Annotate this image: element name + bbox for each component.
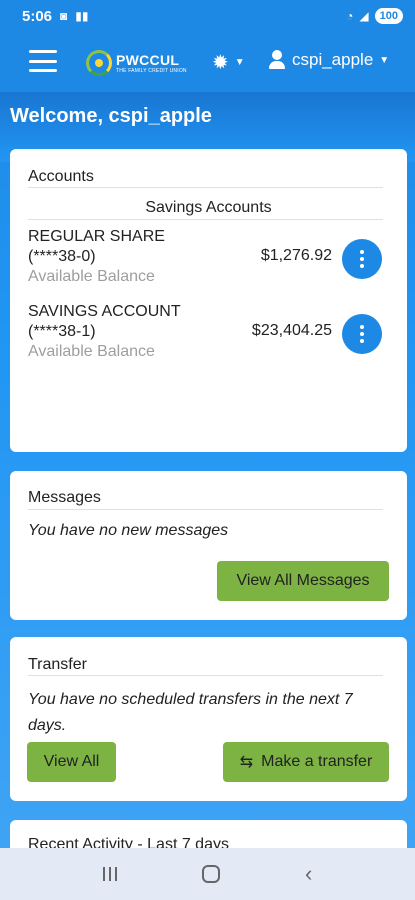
user-menu-button[interactable]: cspi_apple ▼	[268, 50, 389, 70]
view-all-messages-button[interactable]: View All Messages	[217, 561, 389, 601]
account-number: (****38-0)	[28, 248, 96, 265]
divider	[28, 509, 383, 510]
divider	[28, 187, 383, 188]
messages-empty-text: You have no new messages	[28, 522, 229, 539]
status-bar: 5:06 ◙ ▮▮ ◔ ◢ 100	[0, 0, 415, 32]
transfer-empty-text: You have no scheduled transfers in the n…	[28, 691, 353, 734]
account-row[interactable]: REGULAR SHARE (****38-0) Available Balan…	[28, 227, 388, 293]
account-row[interactable]: SAVINGS ACCOUNT (****38-1) Available Bal…	[28, 302, 388, 368]
settings-menu-button[interactable]: ✹ ▼	[212, 50, 245, 75]
account-balance: $23,404.25	[251, 322, 332, 339]
view-all-transfers-button[interactable]: View All	[27, 742, 116, 782]
user-icon	[268, 50, 286, 70]
account-number: (****38-1)	[28, 323, 96, 340]
battery-badge: 100	[374, 8, 403, 24]
logo: PWCCUL THE FAMILY CREDIT UNION	[86, 50, 187, 76]
make-transfer-button[interactable]: ⇆ Make a transfer	[223, 742, 389, 782]
accounts-card: Accounts Savings Accounts REGULAR SHARE …	[10, 149, 407, 452]
screen-record-icon: ◙	[60, 9, 68, 23]
divider	[28, 219, 383, 220]
transfer-title: Transfer	[28, 656, 87, 673]
home-icon[interactable]	[201, 865, 220, 883]
username-label: cspi_apple	[292, 50, 374, 69]
menu-icon[interactable]	[29, 50, 57, 72]
caret-down-icon: ▼	[379, 54, 390, 66]
swap-icon: ⇆	[239, 754, 254, 771]
account-options-button[interactable]	[342, 314, 382, 354]
account-name: SAVINGS ACCOUNT	[28, 303, 181, 320]
divider	[28, 675, 383, 676]
back-icon[interactable]: ‹	[305, 863, 312, 885]
app-bar: PWCCUL THE FAMILY CREDIT UNION ✹ ▼ cspi_…	[0, 32, 415, 92]
available-balance-label: Available Balance	[28, 268, 155, 285]
gear-icon: ✹	[212, 52, 229, 74]
logo-mark-icon	[86, 50, 112, 76]
savings-accounts-heading: Savings Accounts	[145, 199, 272, 216]
logo-name: PWCCUL	[116, 51, 180, 68]
available-balance-label: Available Balance	[28, 343, 155, 360]
recents-icon[interactable]	[102, 867, 117, 881]
account-balance: $1,276.92	[260, 247, 332, 264]
status-time: 5:06	[22, 7, 53, 25]
account-options-button[interactable]	[342, 239, 382, 279]
logo-tagline: THE FAMILY CREDIT UNION	[116, 67, 187, 74]
system-nav-bar: ‹	[0, 848, 415, 900]
caret-down-icon: ▼	[234, 57, 245, 68]
accounts-title: Accounts	[28, 168, 94, 185]
messages-title: Messages	[28, 489, 101, 506]
account-name: REGULAR SHARE	[28, 228, 165, 245]
notification-icon: ▮▮	[75, 9, 89, 23]
wifi-icon: ◔	[346, 9, 354, 23]
signal-icon: ◢	[359, 9, 369, 23]
transfer-card: Transfer You have no scheduled transfers…	[10, 637, 407, 801]
welcome-heading: Welcome, cspi_apple	[10, 105, 212, 127]
messages-card: Messages You have no new messages View A…	[10, 471, 407, 620]
make-transfer-label: Make a transfer	[261, 753, 373, 770]
